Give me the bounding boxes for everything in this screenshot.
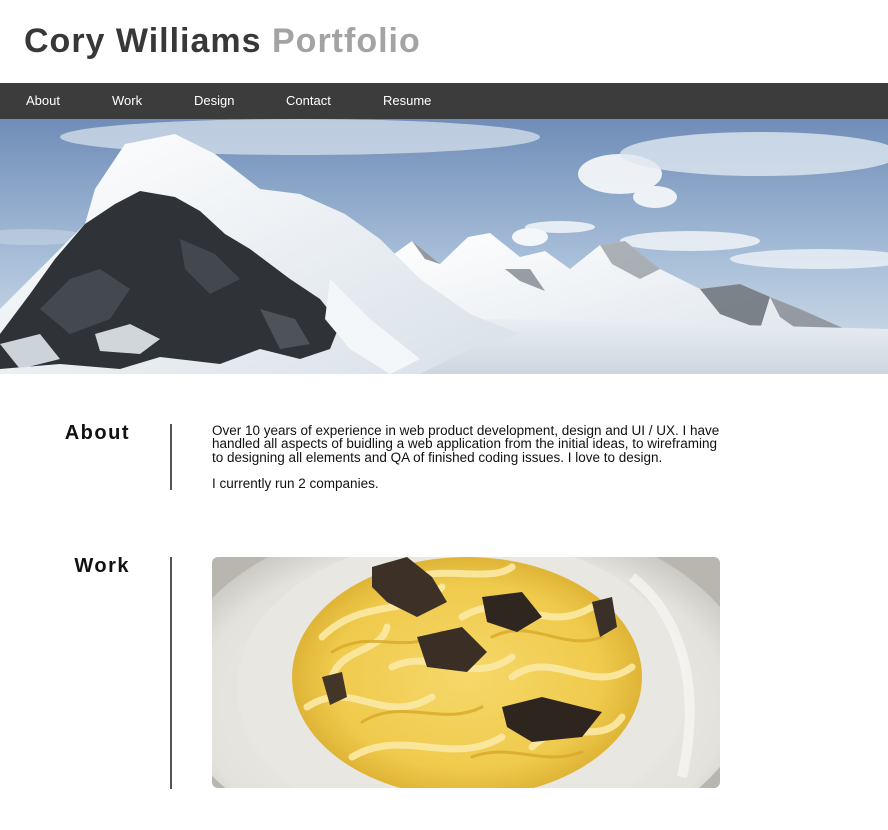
nav-link-about[interactable]: About <box>26 83 60 119</box>
about-text: Over 10 years of experience in web produ… <box>212 424 722 491</box>
about-divider <box>170 424 172 490</box>
about-paragraph: I currently run 2 companies. <box>212 476 379 492</box>
site-title-subtitle: Portfolio <box>272 22 421 60</box>
nav-link-resume[interactable]: Resume <box>383 83 431 119</box>
about-paragraph: Over 10 years of experience in web produ… <box>212 423 720 465</box>
hero-image <box>0 119 888 374</box>
mountain-landscape-image <box>0 119 888 374</box>
work-divider <box>170 557 172 789</box>
work-heading: Work <box>74 555 130 577</box>
pasta-dish-image <box>212 557 720 788</box>
site-title-name: Cory Williams <box>24 22 262 60</box>
nav-link-work[interactable]: Work <box>112 83 142 119</box>
site-header: Cory Williams Portfolio <box>0 0 888 83</box>
nav-link-contact[interactable]: Contact <box>286 83 331 119</box>
work-image[interactable] <box>212 557 720 788</box>
nav-link-design[interactable]: Design <box>194 83 234 119</box>
main-nav: About Work Design Contact Resume <box>0 83 888 119</box>
site-title: Cory Williams Portfolio <box>24 22 421 60</box>
about-heading: About <box>64 422 130 444</box>
